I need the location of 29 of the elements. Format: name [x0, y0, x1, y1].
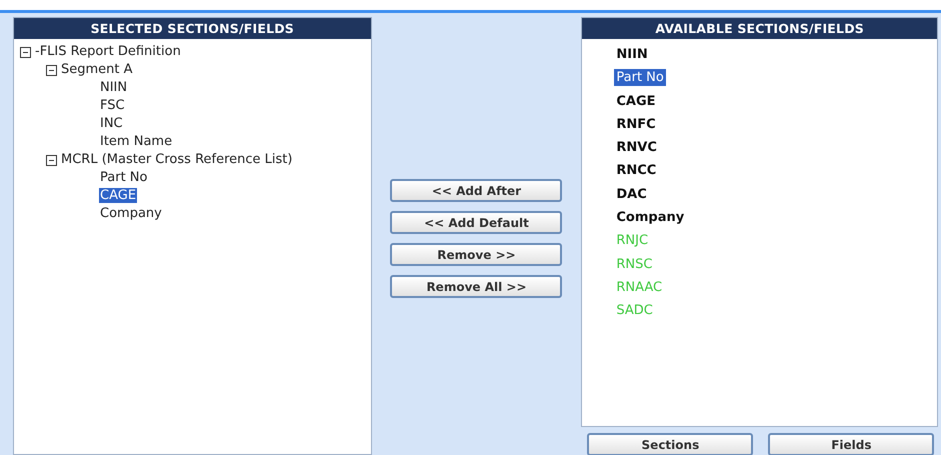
tree-node[interactable]: MCRL (Master Cross Reference List)	[61, 151, 292, 169]
tree-leaf[interactable]: Part No	[99, 170, 148, 185]
field-item[interactable]: RNFC	[614, 116, 658, 133]
panel-button[interactable]: Fields	[768, 433, 934, 455]
tree-node[interactable]: Segment A	[61, 61, 133, 79]
field-item[interactable]: DAC	[614, 186, 649, 203]
tree-leaf[interactable]: Company	[99, 206, 163, 221]
tree-leaf[interactable]: NIIN	[99, 80, 128, 95]
field-item[interactable]: Part No	[614, 69, 666, 86]
tree-leaf[interactable]: CAGE	[99, 188, 138, 203]
collapse-icon[interactable]	[20, 46, 31, 58]
collapse-icon[interactable]	[46, 64, 57, 76]
field-item[interactable]: CAGE	[614, 92, 658, 110]
panel-header: SELECTED SECTIONS/FIELDS	[14, 18, 371, 39]
panel-header: AVAILABLE SECTIONS/FIELDS	[582, 18, 937, 39]
move-button[interactable]: << Add Default	[390, 211, 562, 234]
field-item[interactable]: RNCC	[614, 162, 658, 180]
move-button[interactable]: Remove >>	[390, 243, 562, 266]
tree-leaf[interactable]: INC	[99, 116, 124, 131]
field-item[interactable]: Company	[614, 209, 686, 226]
tree-leaf[interactable]: FSC	[99, 98, 126, 113]
field-item[interactable]: NIIN	[614, 46, 650, 63]
move-button[interactable]: Remove All >>	[390, 275, 562, 298]
field-item[interactable]: RNVC	[614, 139, 659, 156]
tree-leaf[interactable]: Item Name	[99, 134, 174, 149]
tree-node[interactable]: -FLIS Report Definition	[35, 43, 181, 61]
collapse-icon[interactable]	[46, 154, 57, 166]
move-button[interactable]: << Add After	[390, 179, 562, 202]
panel-button[interactable]: Sections	[587, 433, 754, 455]
